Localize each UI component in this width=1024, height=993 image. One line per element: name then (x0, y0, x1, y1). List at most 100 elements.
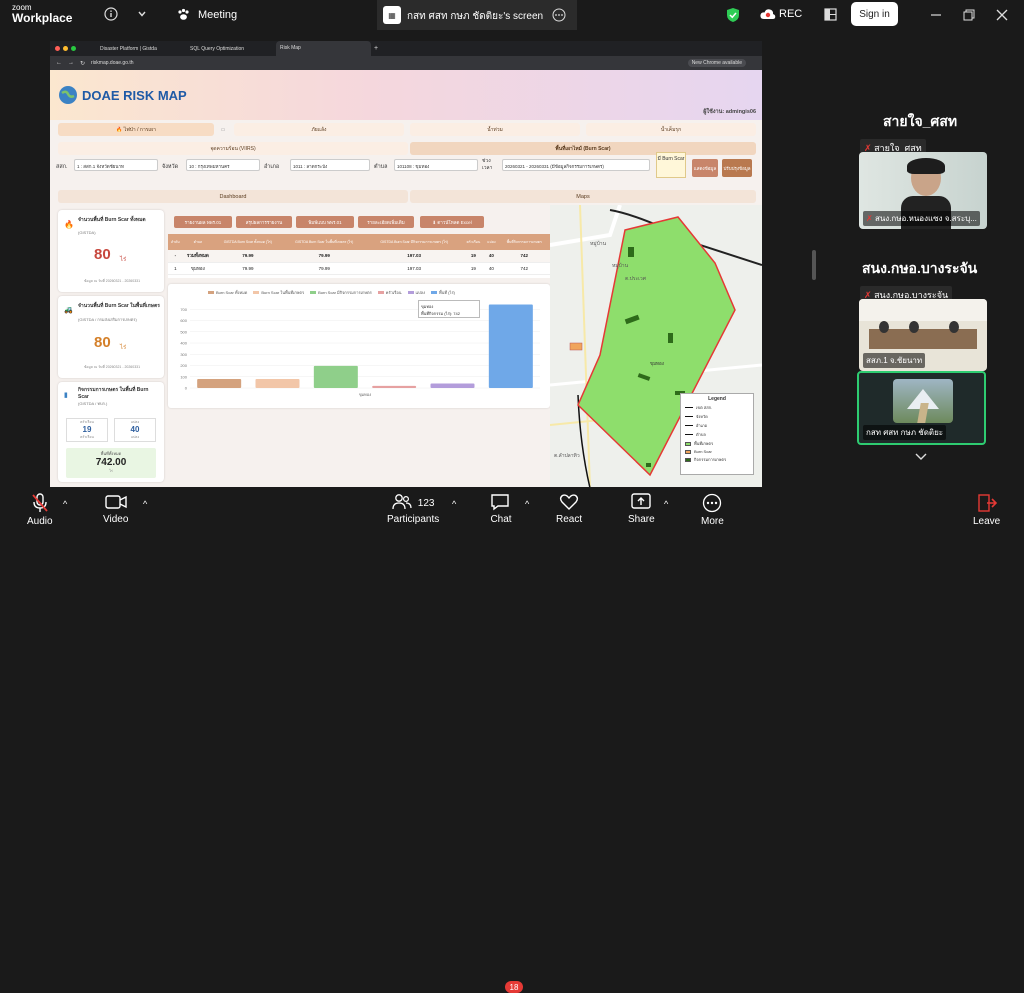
react-control[interactable]: React (556, 493, 582, 525)
rec-label[interactable]: REC (779, 8, 802, 20)
restore-icon[interactable] (963, 9, 975, 21)
chat-icon[interactable] (490, 493, 512, 511)
url-field[interactable]: riskmap.doae.go.th (91, 60, 134, 66)
layout-icon[interactable] (824, 8, 837, 21)
panel-resize-handle[interactable] (812, 250, 816, 280)
province-select[interactable]: 10 : กรุงเทพมหานคร (186, 159, 260, 171)
chart-bar[interactable] (372, 385, 417, 388)
gallery-down-icon[interactable] (914, 452, 928, 462)
tab-burn-scar[interactable]: พื้นที่เผาไหม้ (Burn Scar) (410, 142, 756, 155)
more-label[interactable]: More (701, 516, 724, 527)
shield-icon[interactable] (726, 7, 740, 23)
participants-icon[interactable] (392, 493, 412, 511)
subdistrict-select[interactable]: 101108 : ขุมทอง (394, 159, 478, 171)
kpi-card-activity: ▮ กิจกรรมการเกษตร ในพื้นที่ Burn Scar (G… (58, 382, 164, 482)
refresh-data-button[interactable]: ปรับปรุงข้อมูล (722, 159, 752, 177)
leave-icon[interactable] (977, 493, 997, 513)
map-label-village-1: หมู่บ้าน (590, 240, 607, 247)
audio-chevron-icon[interactable]: ^ (63, 499, 67, 509)
chart-y-tick: 200 (180, 363, 187, 368)
chart-bar[interactable] (255, 379, 300, 388)
table-row[interactable]: - รวมทั้งหมด 79.99 79.99 197.03 19 40 742 (168, 250, 550, 262)
chat-label[interactable]: Chat (490, 514, 511, 525)
video-tile-3[interactable]: กสท ศสท กษภ ชัดติยะ (857, 371, 986, 445)
window-close-dot[interactable] (55, 46, 60, 51)
tab-maps[interactable]: Maps (410, 190, 756, 203)
district-select[interactable]: 1011 : ลาดกระบัง (290, 159, 370, 171)
video-chevron-icon[interactable]: ^ (143, 499, 147, 509)
chart-bar[interactable] (430, 383, 475, 389)
chat-control[interactable]: Chat (490, 493, 512, 525)
participants-chevron-icon[interactable]: ^ (452, 499, 456, 509)
details-button[interactable]: รายละเอียดเพิ่มเติม (358, 216, 414, 228)
video-tile-1[interactable]: ✗ สนง.กษอ.หนองแซง จ.สระบุ... (859, 152, 987, 229)
reload-icon[interactable]: ↻ (80, 60, 85, 67)
print-button[interactable]: พิมพ์แบบ พพร.01 (296, 216, 354, 228)
back-icon[interactable]: ← (56, 60, 62, 66)
minimize-icon[interactable] (930, 9, 942, 21)
window-zoom-dot[interactable] (71, 46, 76, 51)
audio-label[interactable]: Audio (27, 516, 53, 527)
region-select[interactable]: 1 : สสก.1 จังหวัดชัยนาท (74, 159, 158, 171)
mic-muted-icon[interactable] (31, 493, 49, 513)
share-chevron-icon[interactable]: ^ (664, 499, 668, 509)
heart-icon[interactable] (559, 493, 579, 511)
close-icon[interactable] (996, 9, 1008, 21)
info-icon[interactable] (104, 7, 118, 21)
video-camera-icon[interactable] (105, 493, 127, 511)
forward-icon[interactable]: → (68, 60, 74, 66)
meeting-label[interactable]: Meeting (198, 9, 237, 21)
burn-scar-toggle[interactable]: มี Burn Scar (656, 152, 686, 178)
summary-button[interactable]: สรุปผลการรายงาน (236, 216, 292, 228)
video-label[interactable]: Video (103, 514, 128, 525)
share-screen-icon[interactable] (631, 493, 652, 511)
chat-chevron-icon[interactable]: ^ (525, 499, 529, 509)
plot-value: 40 (130, 425, 140, 434)
more-control[interactable]: More (701, 493, 724, 527)
chart-tooltip: ขุมทอง พื้นที่กิจกรรม (ไร่): 742 (418, 300, 480, 318)
user-label: ผู้ใช้งาน: admingis06 (703, 109, 756, 115)
participants-label[interactable]: Participants (387, 514, 439, 525)
chart-bar[interactable] (313, 365, 358, 388)
share-label[interactable]: Share (628, 514, 655, 525)
browser-tab-riskmap[interactable]: Risk Map (276, 41, 371, 56)
show-data-button[interactable]: แสดงข้อมูล (692, 159, 718, 177)
chart-bar[interactable] (197, 379, 242, 388)
period-select[interactable]: 20260321 - 20260331 (มีข้อมูลกิจกรรมการเ… (502, 159, 650, 171)
sign-in-button[interactable]: Sign in (851, 2, 898, 26)
tab-drought[interactable]: ภัยแล้ง (234, 123, 404, 136)
chat-badge: 18 (505, 981, 523, 993)
plot-box: แปลง 40 แปลง (114, 418, 156, 442)
tab-hotspot[interactable]: จุดความร้อน (VIIRS) (58, 142, 408, 155)
more-options-icon[interactable] (552, 8, 566, 22)
new-chrome-button[interactable]: New Chrome available (687, 59, 746, 67)
audio-control[interactable]: Audio (27, 493, 53, 527)
download-excel-button[interactable]: ⬇ ดาวน์โหลด Excel (420, 216, 484, 228)
video-control[interactable]: Video (103, 493, 128, 525)
video-tile-2[interactable]: สสภ.1 จ.ชัยนาท (859, 299, 987, 371)
tab-flood[interactable]: น้ำท่วม (410, 123, 580, 136)
chart-y-tick: 700 (180, 307, 187, 312)
kpi-total-title: จำนวนพื้นที่ Burn Scar ทั้งหมด (78, 217, 146, 223)
react-label[interactable]: React (556, 514, 582, 525)
report-button[interactable]: รายงานผล พพร.01 (174, 216, 232, 228)
bar-chart-icon: ▮ (64, 392, 68, 399)
leave-control[interactable]: Leave (973, 493, 1000, 527)
chart-bar[interactable] (488, 304, 533, 388)
chevron-down-icon[interactable] (137, 9, 147, 19)
table-row[interactable]: 1 ขุมทอง 79.99 79.99 197.03 19 40 742 (168, 262, 550, 274)
tab-salinity[interactable]: น้ำเค็มรุก (586, 123, 756, 136)
map-label-village-2: หมู่บ้าน (612, 262, 629, 269)
browser-tab-disaster[interactable]: Disaster Platform | Gistda (96, 46, 186, 52)
share-control[interactable]: Share (628, 493, 655, 525)
tab-dashboard[interactable]: Dashboard (58, 190, 408, 203)
new-tab-icon[interactable]: + (374, 45, 378, 52)
more-icon[interactable] (702, 493, 722, 513)
leave-label[interactable]: Leave (973, 516, 1000, 527)
tab-fire[interactable]: 🔥 ไฟป่า / การเผา (58, 123, 214, 136)
window-minimize-dot[interactable] (63, 46, 68, 51)
table-header-cell: แปลง (487, 240, 496, 244)
map-panel[interactable]: หมู่บ้าน หมู่บ้าน ต.ประเวศ ขุมทอง ต.ลำปล… (550, 205, 762, 488)
browser-tab-sql[interactable]: SQL Query Optimization (186, 46, 276, 52)
participants-control[interactable]: 123 Participants (387, 493, 439, 525)
